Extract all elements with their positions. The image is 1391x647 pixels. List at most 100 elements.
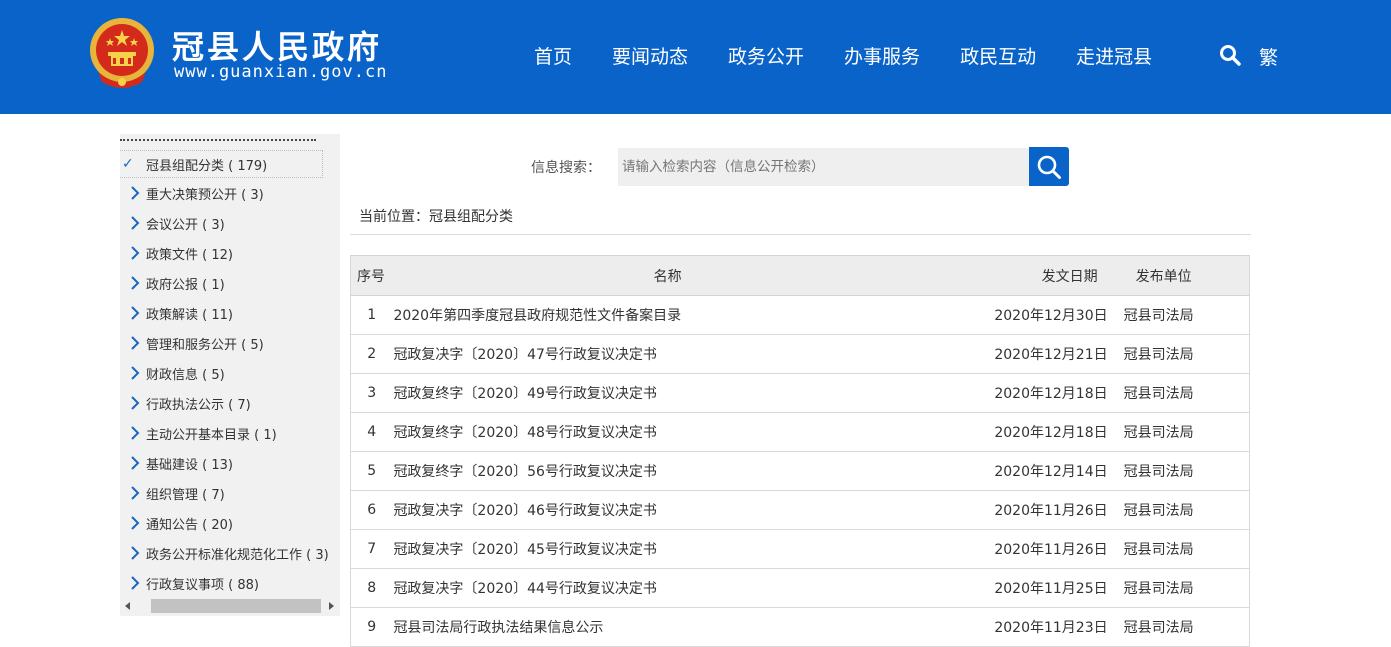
chevron-right-icon xyxy=(131,516,140,530)
chevron-right-icon xyxy=(131,576,140,590)
scrollbar-thumb[interactable] xyxy=(151,599,321,613)
document-publisher: 冠县司法局 xyxy=(1123,451,1250,491)
chevron-right-icon xyxy=(131,456,140,470)
document-title-link[interactable]: 冠政复决字〔2020〕47号行政复议决定书 xyxy=(392,334,942,374)
row-number: 4 xyxy=(350,412,393,452)
tree-items: 重大决策预公开 ( 3) 会议公开 ( 3) 政策文件 ( 12) 政府公报 (… xyxy=(120,178,340,598)
search-button[interactable] xyxy=(1029,147,1069,186)
document-title-link[interactable]: 2020年第四季度冠县政府规范性文件备案目录 xyxy=(392,295,942,335)
document-table: 序号 名称 发文日期 发布单位 1 2020年第四季度冠县政府规范性文件备案目录… xyxy=(350,255,1250,647)
row-number: 2 xyxy=(350,334,393,374)
chevron-right-icon xyxy=(131,366,140,380)
tree-item[interactable]: 通知公告 ( 20) xyxy=(120,508,340,538)
tree-item[interactable]: 政策解读 ( 11) xyxy=(120,298,340,328)
document-publisher: 冠县司法局 xyxy=(1123,412,1250,452)
chevron-right-icon xyxy=(131,246,140,260)
tree-item[interactable]: 重大决策预公开 ( 3) xyxy=(120,178,340,208)
document-date: 2020年11月25日 xyxy=(941,568,1124,608)
tree-item-label: 管理和服务公开 ( 5) xyxy=(146,337,264,353)
chevron-right-icon xyxy=(131,426,140,440)
tree-item-label: 重大决策预公开 ( 3) xyxy=(146,187,264,203)
nav-gov-affairs[interactable]: 政务公开 xyxy=(728,42,804,69)
row-number: 1 xyxy=(350,295,393,335)
tree-item[interactable]: 组织管理 ( 7) xyxy=(120,478,340,508)
tree-item[interactable]: 主动公开基本目录 ( 1) xyxy=(120,418,340,448)
column-header-number: 序号 xyxy=(350,255,393,296)
document-title-link[interactable]: 冠政复终字〔2020〕56号行政复议决定书 xyxy=(392,451,942,491)
chevron-right-icon xyxy=(131,186,140,200)
document-date: 2020年12月18日 xyxy=(941,373,1124,413)
document-date: 2020年12月21日 xyxy=(941,334,1124,374)
tree-item[interactable]: 行政执法公示 ( 7) xyxy=(120,388,340,418)
scroll-left-icon[interactable] xyxy=(125,602,130,610)
table-row: 3 冠政复终字〔2020〕49号行政复议决定书 2020年12月18日 冠县司法… xyxy=(350,373,1250,413)
main-nav: 首页 要闻动态 政务公开 办事服务 政民互动 走进冠县 xyxy=(534,40,1152,70)
search-label: 信息搜索： xyxy=(531,160,601,176)
tree-item[interactable]: 财政信息 ( 5) xyxy=(120,358,340,388)
document-title-link[interactable]: 冠政复终字〔2020〕49号行政复议决定书 xyxy=(392,373,942,413)
nav-services[interactable]: 办事服务 xyxy=(844,42,920,69)
document-publisher: 冠县司法局 xyxy=(1123,607,1250,647)
document-publisher: 冠县司法局 xyxy=(1123,334,1250,374)
document-title-link[interactable]: 冠政复决字〔2020〕46号行政复议决定书 xyxy=(392,490,942,530)
category-sidebar: ✓ 冠县组配分类 ( 179) 重大决策预公开 ( 3) 会议公开 ( 3) 政… xyxy=(120,134,340,616)
document-publisher: 冠县司法局 xyxy=(1123,295,1250,335)
row-number: 6 xyxy=(350,490,393,530)
row-number: 8 xyxy=(350,568,393,608)
table-row: 9 冠县司法局行政执法结果信息公示 2020年11月23日 冠县司法局 xyxy=(350,607,1250,647)
tree-root-item[interactable]: ✓ 冠县组配分类 ( 179) xyxy=(120,150,323,178)
tree-item-label: 政府公报 ( 1) xyxy=(146,277,225,293)
horizontal-scrollbar[interactable] xyxy=(120,598,340,614)
document-publisher: 冠县司法局 xyxy=(1123,373,1250,413)
document-title-link[interactable]: 冠政复决字〔2020〕44号行政复议决定书 xyxy=(392,568,942,608)
tree-item-label: 政策文件 ( 12) xyxy=(146,247,233,263)
tree-item-label: 通知公告 ( 20) xyxy=(146,517,233,533)
tree-root-label: 冠县组配分类 ( 179) xyxy=(146,158,268,174)
document-title-link[interactable]: 冠政复终字〔2020〕48号行政复议决定书 xyxy=(392,412,942,452)
document-publisher: 冠县司法局 xyxy=(1123,490,1250,530)
nav-interaction[interactable]: 政民互动 xyxy=(960,42,1036,69)
tree-item[interactable]: 管理和服务公开 ( 5) xyxy=(120,328,340,358)
document-date: 2020年12月14日 xyxy=(941,451,1124,491)
chevron-right-icon xyxy=(131,216,140,230)
tree-item-label: 财政信息 ( 5) xyxy=(146,367,225,383)
scroll-right-icon[interactable] xyxy=(329,602,334,610)
document-title-link[interactable]: 冠县司法局行政执法结果信息公示 xyxy=(392,607,942,647)
table-row: 4 冠政复终字〔2020〕48号行政复议决定书 2020年12月18日 冠县司法… xyxy=(350,412,1250,452)
document-date: 2020年11月23日 xyxy=(941,607,1124,647)
row-number: 9 xyxy=(350,607,393,647)
column-header-publisher: 发布单位 xyxy=(1123,255,1250,296)
nav-home[interactable]: 首页 xyxy=(534,42,572,69)
chevron-right-icon xyxy=(131,306,140,320)
table-row: 6 冠政复决字〔2020〕46号行政复议决定书 2020年11月26日 冠县司法… xyxy=(350,490,1250,530)
row-number: 3 xyxy=(350,373,393,413)
tree-item[interactable]: 行政复议事项 ( 88) xyxy=(120,568,340,598)
tree-item-label: 行政执法公示 ( 7) xyxy=(146,397,251,413)
national-emblem-icon xyxy=(90,18,154,88)
search-input[interactable] xyxy=(618,148,1030,186)
tree-item-label: 主动公开基本目录 ( 1) xyxy=(146,427,277,443)
chevron-right-icon xyxy=(131,486,140,500)
table-row: 1 2020年第四季度冠县政府规范性文件备案目录 2020年12月30日 冠县司… xyxy=(350,295,1250,335)
table-row: 5 冠政复终字〔2020〕56号行政复议决定书 2020年12月14日 冠县司法… xyxy=(350,451,1250,491)
checkmark-icon: ✓ xyxy=(122,156,134,172)
tree-item[interactable]: 会议公开 ( 3) xyxy=(120,208,340,238)
search-icon xyxy=(1037,155,1061,179)
tree-item[interactable]: 基础建设 ( 13) xyxy=(120,448,340,478)
tree-item[interactable]: 政策文件 ( 12) xyxy=(120,238,340,268)
nav-about[interactable]: 走进冠县 xyxy=(1076,42,1152,69)
tree-item[interactable]: 政务公开标准化规范化工作 ( 3) xyxy=(120,538,340,568)
nav-news[interactable]: 要闻动态 xyxy=(612,42,688,69)
document-date: 2020年11月26日 xyxy=(941,529,1124,569)
breadcrumb: 当前位置：冠县组配分类 xyxy=(359,209,513,225)
sidebar-divider xyxy=(120,139,316,142)
traditional-chinese-toggle[interactable]: 繁 xyxy=(1259,43,1278,70)
document-title-link[interactable]: 冠政复决字〔2020〕45号行政复议决定书 xyxy=(392,529,942,569)
tree-item-label: 行政复议事项 ( 88) xyxy=(146,577,259,593)
tree-item[interactable]: 政府公报 ( 1) xyxy=(120,268,340,298)
search-icon[interactable] xyxy=(1219,44,1241,66)
document-date: 2020年11月26日 xyxy=(941,490,1124,530)
row-number: 7 xyxy=(350,529,393,569)
document-publisher: 冠县司法局 xyxy=(1123,529,1250,569)
table-row: 8 冠政复决字〔2020〕44号行政复议决定书 2020年11月25日 冠县司法… xyxy=(350,568,1250,608)
